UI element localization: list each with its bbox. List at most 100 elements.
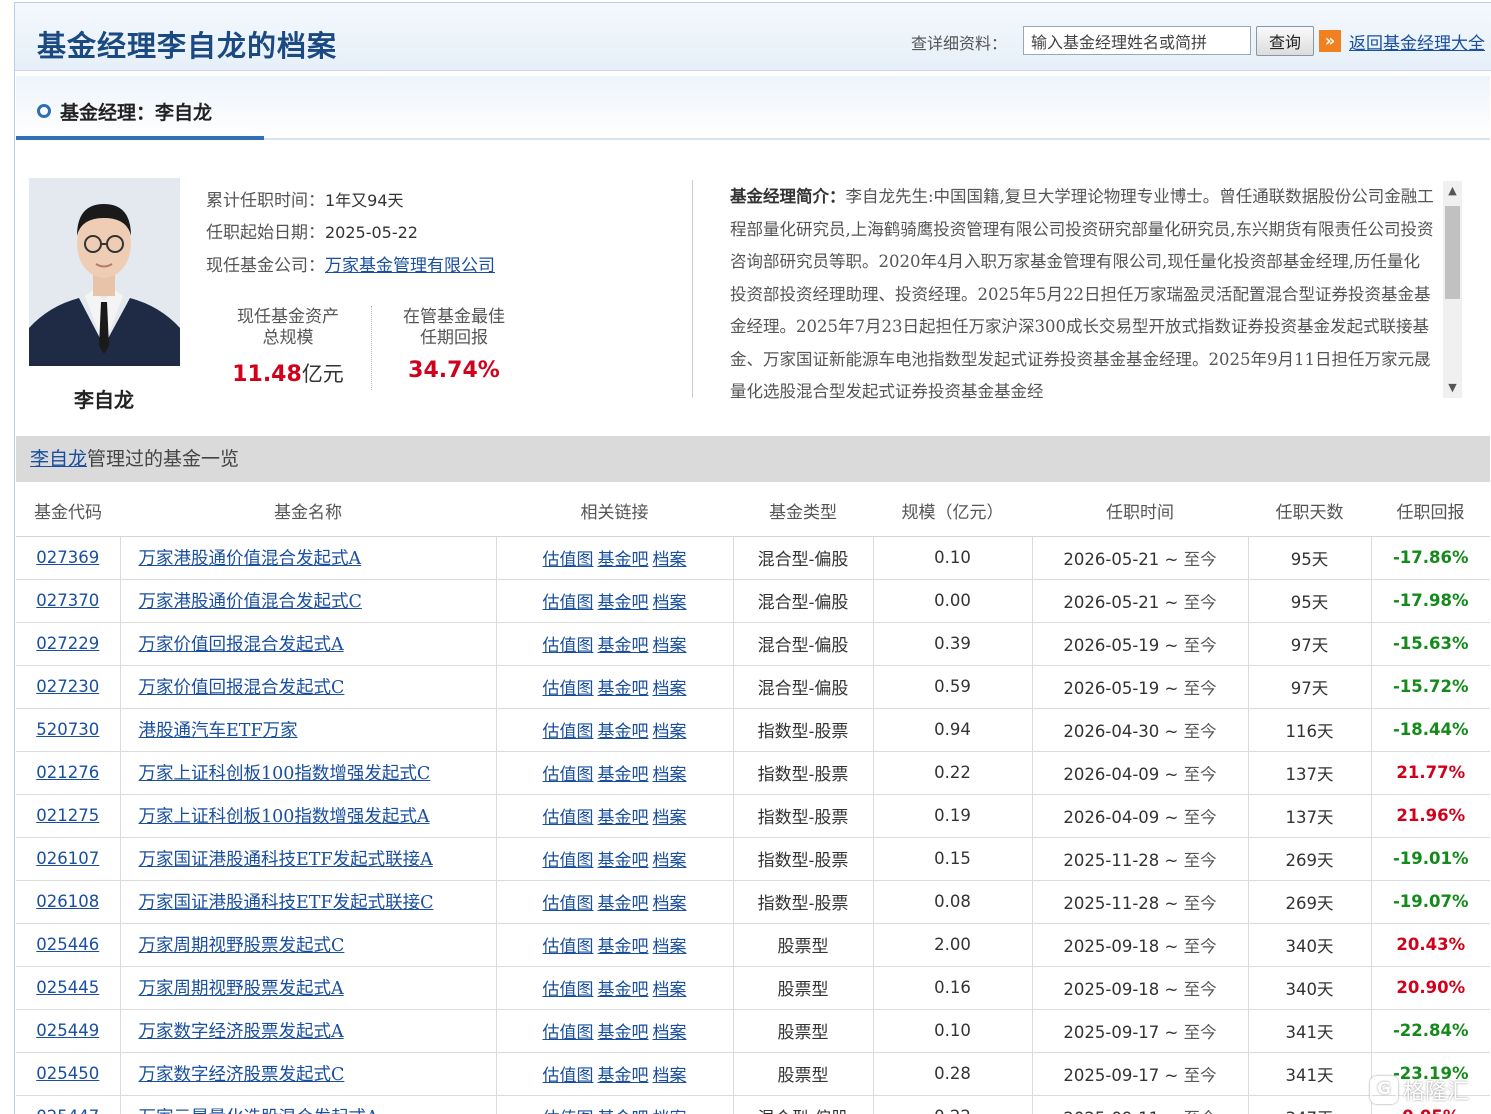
fund-profile-link[interactable]: 档案 — [653, 679, 687, 699]
fund-code-link[interactable]: 026107 — [36, 849, 99, 868]
fund-code-link[interactable]: 021276 — [36, 763, 99, 782]
company-link[interactable]: 万家基金管理有限公司 — [325, 256, 495, 276]
fund-forum-link[interactable]: 基金吧 — [598, 937, 649, 957]
col-type[interactable]: 基金类型 — [733, 486, 873, 537]
fund-name-link[interactable]: 万家周期视野股票发起式A — [139, 979, 344, 999]
valuation-chart-link[interactable]: 估值图 — [543, 679, 594, 699]
fund-code-link[interactable]: 520730 — [36, 720, 99, 739]
fund-forum-link[interactable]: 基金吧 — [598, 980, 649, 1000]
valuation-chart-link[interactable]: 估值图 — [543, 636, 594, 656]
fund-profile-link[interactable]: 档案 — [653, 1109, 687, 1114]
fund-code-link[interactable]: 027230 — [36, 677, 99, 696]
valuation-chart-link[interactable]: 估值图 — [543, 937, 594, 957]
fund-code-link[interactable]: 021275 — [36, 806, 99, 825]
company-label: 现任基金公司： — [206, 256, 325, 276]
scroll-down-icon[interactable]: ▼ — [1443, 378, 1462, 398]
fund-name-link[interactable]: 万家元晟量化选股混合发起式A — [139, 1108, 379, 1114]
valuation-chart-link[interactable]: 估值图 — [543, 765, 594, 785]
valuation-chart-link[interactable]: 估值图 — [543, 1023, 594, 1043]
fund-name-link[interactable]: 港股通汽车ETF万家 — [139, 721, 298, 741]
fund-code-link[interactable]: 025445 — [36, 978, 99, 997]
fund-name-link[interactable]: 万家上证科创板100指数增强发起式C — [139, 764, 431, 784]
table-row: 025450 万家数字经济股票发起式C 估值图 基金吧 档案 股票型 0.28 2025-09… — [16, 1052, 1490, 1096]
fund-links-cell: 估值图基金吧档案 — [496, 536, 734, 580]
fund-links-cell: 估值图基金吧档案 — [496, 966, 734, 1010]
fund-forum-link[interactable]: 基金吧 — [598, 636, 649, 656]
fund-name-link[interactable]: 万家数字经济股票发起式C — [139, 1065, 345, 1085]
fund-profile-link[interactable]: 档案 — [653, 894, 687, 914]
fund-list-header: 李自龙管理过的基金一览 — [16, 436, 1490, 482]
fund-forum-link[interactable]: 基金吧 — [598, 679, 649, 699]
fund-name-link[interactable]: 万家港股通价值混合发起式C — [139, 592, 362, 612]
valuation-chart-link[interactable]: 估值图 — [543, 722, 594, 742]
fund-name-link[interactable]: 万家价值回报混合发起式C — [139, 678, 345, 698]
fund-type-cell: 指数型-股票 — [733, 880, 874, 924]
fund-period-cell: 2026-04-30 ~ 至今 — [1032, 708, 1249, 752]
fund-profile-link[interactable]: 档案 — [653, 980, 687, 1000]
fund-code-link[interactable]: 026108 — [36, 892, 99, 911]
fund-forum-link[interactable]: 基金吧 — [598, 808, 649, 828]
fund-forum-link[interactable]: 基金吧 — [598, 1023, 649, 1043]
fund-name-link[interactable]: 万家周期视野股票发起式C — [139, 936, 345, 956]
fund-profile-link[interactable]: 档案 — [653, 765, 687, 785]
fund-code-link[interactable]: 027370 — [36, 591, 99, 610]
fund-profile-link[interactable]: 档案 — [653, 1066, 687, 1086]
col-name[interactable]: 基金名称 — [120, 486, 496, 537]
fund-name-cell: 万家上证科创板100指数增强发起式A — [120, 794, 497, 838]
fund-code-link[interactable]: 027229 — [36, 634, 99, 653]
fund-forum-link[interactable]: 基金吧 — [598, 550, 649, 570]
fund-name-link[interactable]: 万家数字经济股票发起式A — [139, 1022, 344, 1042]
fund-forum-link[interactable]: 基金吧 — [598, 1109, 649, 1114]
valuation-chart-link[interactable]: 估值图 — [543, 894, 594, 914]
fund-profile-link[interactable]: 档案 — [653, 937, 687, 957]
scroll-thumb[interactable] — [1445, 206, 1460, 299]
valuation-chart-link[interactable]: 估值图 — [543, 808, 594, 828]
manager-bio[interactable]: 基金经理简介：李自龙先生:中国国籍,复旦大学理论物理专业博士。曾任通联数据股份公… — [730, 181, 1435, 399]
col-code[interactable]: 基金代码 — [16, 486, 120, 537]
search-button[interactable]: 查询 — [1256, 26, 1314, 56]
fund-profile-link[interactable]: 档案 — [653, 851, 687, 871]
fund-profile-link[interactable]: 档案 — [653, 1023, 687, 1043]
fund-name-link[interactable]: 万家国证港股通科技ETF发起式联接A — [139, 850, 433, 870]
fund-forum-link[interactable]: 基金吧 — [598, 593, 649, 613]
valuation-chart-link[interactable]: 估值图 — [543, 980, 594, 1000]
fund-code-link[interactable]: 027369 — [36, 548, 99, 567]
fund-forum-link[interactable]: 基金吧 — [598, 722, 649, 742]
fund-code-link[interactable]: 025446 — [36, 935, 99, 954]
fund-profile-link[interactable]: 档案 — [653, 550, 687, 570]
fund-name-link[interactable]: 万家上证科创板100指数增强发起式A — [139, 807, 430, 827]
fund-name-link[interactable]: 万家国证港股通科技ETF发起式联接C — [139, 893, 434, 913]
fund-name-link[interactable]: 万家价值回报混合发起式A — [139, 635, 344, 655]
fund-code-cell: 021276 — [16, 751, 121, 795]
fund-forum-link[interactable]: 基金吧 — [598, 894, 649, 914]
scroll-up-icon[interactable]: ▲ — [1443, 181, 1462, 201]
valuation-chart-link[interactable]: 估值图 — [543, 550, 594, 570]
fund-forum-link[interactable]: 基金吧 — [598, 765, 649, 785]
fund-forum-link[interactable]: 基金吧 — [598, 851, 649, 871]
manager-name-link[interactable]: 李自龙 — [30, 448, 87, 470]
col-days[interactable]: 任职天数 — [1248, 486, 1371, 537]
fund-name-link[interactable]: 万家港股通价值混合发起式A — [139, 549, 362, 569]
table-row: 021275 万家上证科创板100指数增强发起式A 估值图 基金吧 档案 指数型-股票 0.… — [16, 794, 1490, 838]
fund-profile-link[interactable]: 档案 — [653, 722, 687, 742]
valuation-chart-link[interactable]: 估值图 — [543, 1066, 594, 1086]
bio-scrollbar[interactable]: ▲ ▼ — [1443, 181, 1462, 398]
fund-return-cell: -19.01% — [1371, 837, 1490, 881]
aum-label: 现任基金资产 总规模 — [237, 307, 339, 348]
col-period[interactable]: 任职时间 — [1032, 486, 1248, 537]
fund-code-link[interactable]: 025447 — [36, 1107, 99, 1114]
col-return[interactable]: 任职回报 — [1371, 486, 1490, 537]
fund-forum-link[interactable]: 基金吧 — [598, 1066, 649, 1086]
valuation-chart-link[interactable]: 估值图 — [543, 851, 594, 871]
fund-size-cell: 0.59 — [873, 665, 1033, 709]
search-input[interactable] — [1023, 26, 1251, 55]
fund-code-link[interactable]: 025450 — [36, 1064, 99, 1083]
valuation-chart-link[interactable]: 估值图 — [543, 593, 594, 613]
fund-profile-link[interactable]: 档案 — [653, 593, 687, 613]
fund-profile-link[interactable]: 档案 — [653, 808, 687, 828]
valuation-chart-link[interactable]: 估值图 — [543, 1109, 594, 1114]
fund-code-link[interactable]: 025449 — [36, 1021, 99, 1040]
col-size[interactable]: 规模（亿元） — [873, 486, 1032, 537]
fund-profile-link[interactable]: 档案 — [653, 636, 687, 656]
back-to-managers-link[interactable]: 返回基金经理大全 — [1349, 29, 1485, 54]
